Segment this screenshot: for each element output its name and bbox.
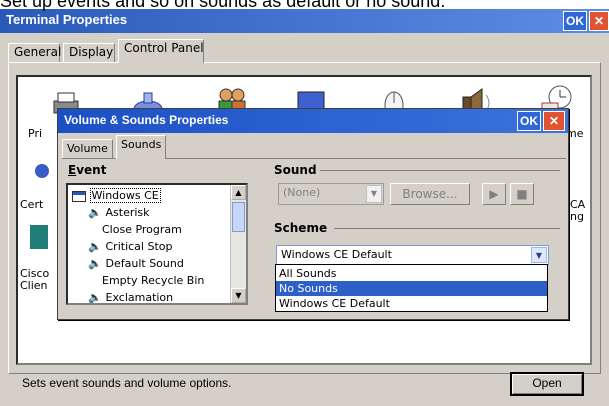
event-item-label: Critical Stop <box>105 240 173 253</box>
scroll-down-icon[interactable]: ▼ <box>231 288 246 303</box>
event-listbox[interactable]: Windows CE 🔈 Asterisk Close Program 🔈 Cr… <box>66 183 248 305</box>
icon-label-cisco-2: Clien <box>20 279 48 292</box>
dialog-ok-button[interactable]: OK <box>517 111 541 131</box>
sound-select[interactable]: (None) ▼ <box>278 183 384 205</box>
stop-button[interactable]: ■ <box>510 183 534 205</box>
event-item[interactable]: 🔈 Exclamation <box>88 289 174 304</box>
event-item-label: Empty Recycle Bin <box>102 274 205 287</box>
window-icon <box>72 190 86 202</box>
event-item-label: Exclamation <box>105 291 174 304</box>
event-item-label: Close Program <box>102 223 182 236</box>
scheme-dropdown-list[interactable]: All Sounds No Sounds Windows CE Default <box>275 264 548 312</box>
certificates-icon[interactable] <box>34 159 50 195</box>
event-item[interactable]: Windows CE <box>72 187 161 204</box>
open-button[interactable]: Open <box>510 372 584 396</box>
browse-button[interactable]: Browse... <box>390 183 470 205</box>
speaker-icon: 🔈 <box>88 291 102 304</box>
event-item-label: Default Sound <box>105 257 184 270</box>
chevron-down-icon[interactable]: ▼ <box>531 247 547 263</box>
dialog-tab-sounds[interactable]: Sounds <box>116 135 167 159</box>
window-title: Terminal Properties <box>6 12 128 27</box>
scheme-option-all-sounds[interactable]: All Sounds <box>276 266 547 281</box>
dialog-tab-volume[interactable]: Volume <box>62 139 113 158</box>
event-scrollbar[interactable]: ▲ ▼ <box>230 185 246 303</box>
event-item[interactable]: 🔈 Default Sound <box>88 255 184 272</box>
event-item-label: Asterisk <box>105 206 150 219</box>
window-ok-button[interactable]: OK <box>563 11 587 31</box>
icon-label-ica-2: ng <box>570 210 584 223</box>
event-item[interactable]: Close Program <box>102 221 182 238</box>
window-close-button[interactable]: ✕ <box>589 11 609 31</box>
speaker-icon: 🔈 <box>88 240 102 253</box>
speaker-icon: 🔈 <box>88 257 102 270</box>
icon-label-certificates: Cert <box>20 198 44 211</box>
icon-label-printers: Pri <box>28 127 43 140</box>
tab-control-panel[interactable]: Control Panel <box>118 39 204 63</box>
tab-general[interactable]: General <box>8 43 61 62</box>
window-titlebar: Terminal Properties OK ✕ <box>0 9 609 33</box>
scroll-thumb[interactable] <box>232 202 245 232</box>
speaker-icon: 🔈 <box>88 206 102 219</box>
event-label: Event <box>68 163 107 177</box>
sound-group-line <box>320 170 560 171</box>
scroll-up-icon[interactable]: ▲ <box>231 185 246 200</box>
scheme-group-line <box>334 228 560 229</box>
scheme-select[interactable]: Windows CE Default ▼ <box>276 245 549 265</box>
tab-display[interactable]: Display <box>63 43 115 62</box>
sound-select-value: (None) <box>283 186 321 199</box>
dialog-close-button[interactable]: ✕ <box>543 111 565 131</box>
event-item[interactable]: 🔈 Critical Stop <box>88 238 172 255</box>
scheme-option-windows-ce-default[interactable]: Windows CE Default <box>276 296 547 311</box>
caption-text: Set up events and so on sounds as defaul… <box>0 0 446 11</box>
scheme-select-value: Windows CE Default <box>281 248 392 261</box>
scheme-label: Scheme <box>274 221 328 235</box>
sound-label: Sound <box>274 163 317 177</box>
chevron-down-icon[interactable]: ▼ <box>366 185 382 203</box>
cisco-client-icon[interactable] <box>28 219 50 255</box>
scheme-option-no-sounds[interactable]: No Sounds <box>276 281 547 296</box>
event-item-label: Windows CE <box>89 188 161 203</box>
event-item[interactable]: 🔈 Asterisk <box>88 204 150 221</box>
status-text: Sets event sounds and volume options. <box>22 376 232 390</box>
play-button[interactable]: ▶ <box>482 183 506 205</box>
dialog-title: Volume & Sounds Properties <box>64 113 229 127</box>
dialog-titlebar: Volume & Sounds Properties OK ✕ <box>58 109 568 133</box>
event-item[interactable]: Empty Recycle Bin <box>102 272 204 289</box>
